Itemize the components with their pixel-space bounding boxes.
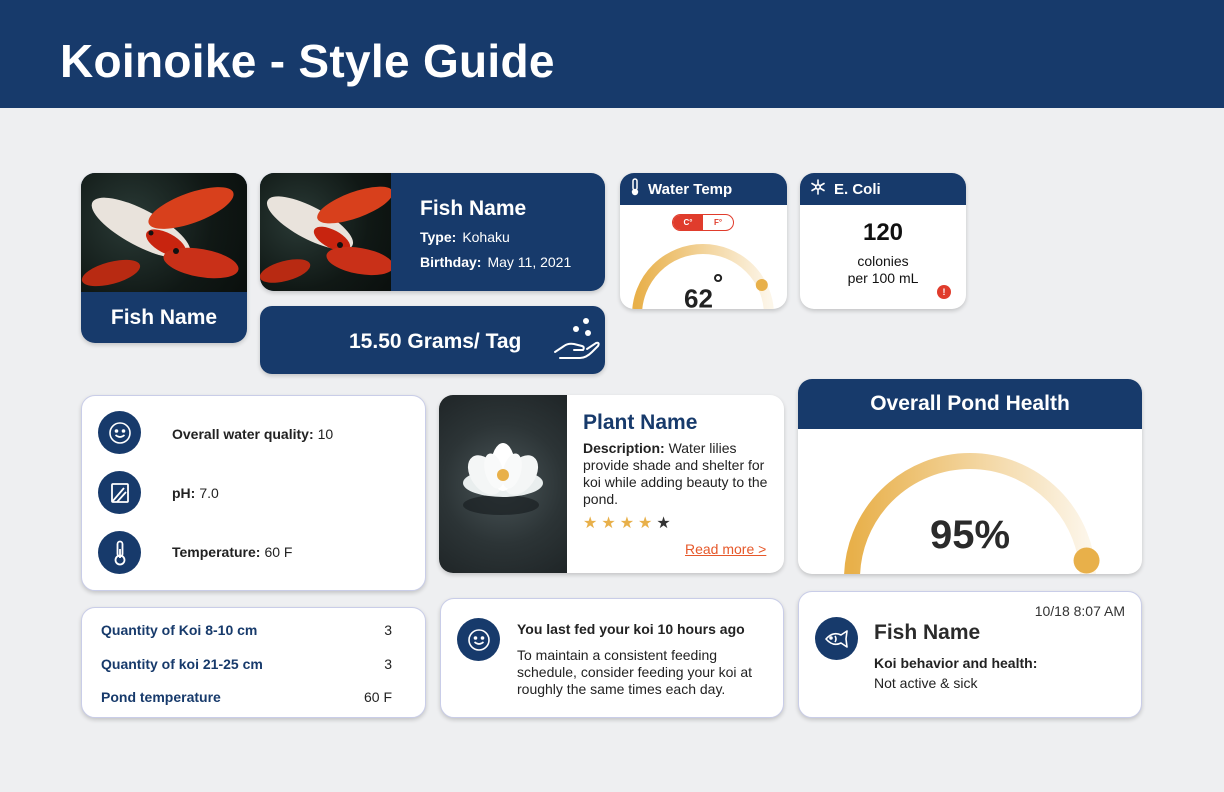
pond-health-card[interactable]: Overall Pond Health 95%	[798, 379, 1142, 574]
thermometer-icon	[98, 531, 141, 574]
temp-value: 62°	[684, 268, 723, 309]
ecoli-header: E. Coli	[800, 173, 966, 205]
quantity-value: 3	[384, 656, 392, 672]
plant-rating[interactable]: ★ ★ ★ ★ ★	[583, 513, 671, 533]
feeding-notice-body: To maintain a consistent feeding schedul…	[517, 647, 753, 697]
fish-name: Fish Name	[874, 621, 981, 644]
fish-type: Type: Kohaku	[420, 229, 510, 245]
snowflake-icon	[810, 179, 826, 199]
fish-type-value: Kohaku	[462, 229, 510, 245]
koi-quantity-card: Quantity of Koi 8-10 cm 3 Quantity of ko…	[81, 607, 426, 718]
plant-card[interactable]: Plant Name Description: Water lilies pro…	[439, 395, 784, 573]
fish-type-label: Type:	[420, 229, 457, 245]
fish-detail-card[interactable]: Fish Name Type: Kohaku Birthday: May 11, 2…	[260, 173, 605, 291]
timestamp: 10/18 8:07 AM	[1034, 603, 1125, 619]
degree-symbol: °	[712, 268, 724, 298]
ph-row: pH: 7.0	[172, 485, 219, 501]
koi-photo	[81, 173, 247, 292]
quantity-label: Quantity of Koi 8-10 cm	[101, 622, 258, 638]
ph-value: 7.0	[199, 485, 219, 501]
ecoli-unit-line1: colonies	[857, 253, 909, 269]
temp-number: 62	[684, 283, 713, 309]
koi-behavior-card[interactable]: 10/18 8:07 AM Fish Name Koi behavior and…	[798, 591, 1142, 718]
ph-strip-icon	[98, 471, 141, 514]
read-more-link[interactable]: Read more >	[685, 541, 766, 557]
gauge-knob	[755, 279, 768, 292]
fish-card[interactable]: Fish Name	[81, 173, 247, 343]
feeding-notice-title: You last fed your koi 10 hours ago	[517, 621, 745, 637]
feeding-amount: 15.50 Grams/ Tag	[349, 330, 522, 353]
plant-description: Description: Water lilies provide shade …	[583, 440, 773, 508]
fish-icon	[815, 617, 858, 660]
water-quality-card: Overall water quality: 10 pH: 7.0 Temperat…	[81, 395, 426, 591]
ph-label: pH:	[172, 485, 196, 501]
ecoli-unit-line2: per 100 mL	[847, 270, 919, 286]
page-title: Koinoike - Style Guide	[60, 35, 555, 87]
alert-icon[interactable]: !	[937, 285, 951, 299]
smiley-icon	[98, 411, 141, 454]
pond-temperature-label: Pond temperature	[101, 689, 221, 705]
koi-photo	[260, 173, 391, 291]
temperature-label: Temperature:	[172, 544, 261, 560]
fish-birthday: Birthday: May 11, 2021	[420, 254, 571, 270]
feeding-amount-card[interactable]: 15.50 Grams/ Tag	[260, 306, 605, 374]
quantity-value: 3	[384, 622, 392, 638]
smiley-icon	[457, 618, 500, 661]
water-temp-card[interactable]: Water Temp C° F° 62°	[620, 173, 787, 309]
star-icon[interactable]: ★	[638, 513, 652, 533]
temperature-value: 60 F	[264, 544, 293, 560]
fish-birthday-value: May 11, 2021	[487, 254, 572, 270]
star-icon[interactable]: ★	[583, 513, 597, 533]
fish-name: Fish Name	[420, 197, 527, 220]
water-quality-value: 10	[317, 426, 334, 442]
water-quality-label: Overall water quality:	[172, 426, 314, 442]
fish-name: Fish Name	[110, 305, 218, 329]
water-lily-photo	[439, 395, 567, 573]
pond-temperature-value: 60 F	[363, 689, 392, 705]
ecoli-title: E. Coli	[834, 180, 881, 198]
feeding-notice-card: You last fed your koi 10 hours ago To ma…	[440, 598, 784, 718]
star-icon[interactable]: ★	[620, 513, 634, 533]
star-icon[interactable]: ★	[601, 513, 615, 533]
behavior-label: Koi behavior and health:	[874, 655, 1038, 671]
page-header: Koinoike - Style Guide	[0, 0, 1224, 108]
behavior-value: Not active & sick	[874, 675, 978, 691]
plant-description-label: Description:	[583, 440, 665, 456]
quantity-label: Quantity of koi 21-25 cm	[101, 656, 263, 672]
water-quality-row: Overall water quality: 10	[172, 426, 333, 442]
plant-name: Plant Name	[583, 411, 698, 434]
ecoli-value: 120	[862, 219, 904, 246]
star-icon[interactable]: ★	[656, 513, 670, 533]
ecoli-card[interactable]: E. Coli 120 colonies per 100 mL !	[800, 173, 966, 309]
temperature-row: Temperature: 60 F	[172, 544, 292, 560]
fish-birthday-label: Birthday:	[420, 254, 482, 270]
pond-health-value: 95%	[929, 513, 1011, 557]
